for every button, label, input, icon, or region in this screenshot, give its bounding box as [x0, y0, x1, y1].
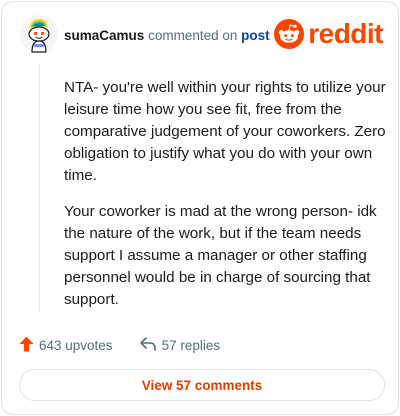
thread-line — [39, 64, 40, 312]
upvote-count: 643 upvotes — [39, 337, 113, 353]
action-text: commented on — [148, 28, 238, 43]
comment-footer: 643 upvotes 57 replies — [19, 334, 220, 356]
reddit-snoo-icon — [274, 19, 305, 49]
username-link[interactable]: sumaCamus — [64, 28, 144, 43]
comment-paragraph-2: Your coworker is mad at the wrong person… — [64, 203, 377, 308]
snoo-avatar-icon[interactable] — [20, 15, 58, 53]
comment-header: sumaCamus commented on post reddit — [19, 14, 383, 58]
reddit-logo[interactable]: reddit — [274, 18, 383, 49]
reply-count: 57 replies — [161, 337, 221, 353]
reply-stat[interactable]: 57 replies — [139, 336, 221, 355]
comment-paragraph-1: NTA- you're well within your rights to u… — [64, 79, 386, 184]
reddit-wordmark: reddit — [308, 18, 383, 49]
reply-arrow-icon[interactable] — [139, 336, 162, 355]
comment-card: sumaCamus commented on post reddit NTA- … — [1, 1, 399, 415]
view-comments-button[interactable]: View 57 comments — [19, 369, 385, 401]
comment-body: NTA- you're well within your rights to u… — [64, 77, 386, 311]
comment-meta: sumaCamus commented on post — [64, 28, 270, 43]
upvote-arrow-icon[interactable] — [19, 336, 39, 355]
upvote-stat[interactable]: 643 upvotes — [19, 336, 113, 355]
post-link[interactable]: post — [241, 28, 270, 43]
